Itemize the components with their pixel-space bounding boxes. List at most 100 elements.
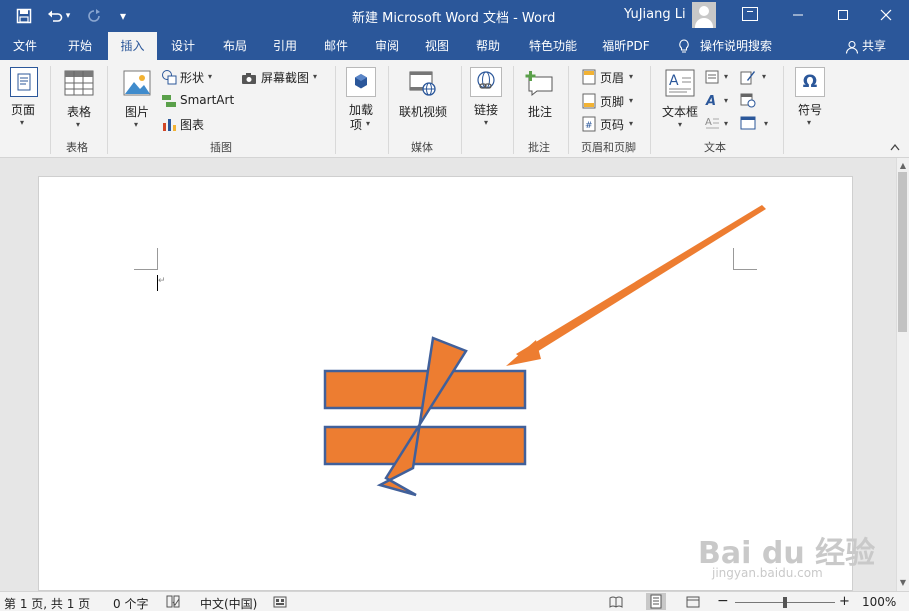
table-button[interactable]: 表格 — [67, 103, 91, 120]
chevron-down-icon: ▾ — [678, 120, 683, 129]
tab-review[interactable]: 审阅 — [364, 32, 410, 60]
chevron-down-icon: ▾ — [208, 72, 213, 81]
chevron-down-icon: ▾ — [366, 119, 371, 128]
page-number-icon: # — [582, 116, 596, 132]
smartart-button[interactable]: SmartArt — [180, 93, 234, 107]
web-layout-icon[interactable] — [686, 596, 700, 608]
tell-me-search[interactable]: 操作说明搜索 — [700, 32, 780, 60]
group-label-header-footer: 页眉和页脚 — [581, 141, 636, 154]
header-button[interactable]: 页眉 — [600, 69, 624, 86]
customize-toolbar-icon[interactable]: ▾ — [112, 6, 134, 26]
redo-icon[interactable] — [83, 6, 105, 26]
chevron-down-icon: ▾ — [134, 120, 139, 129]
word-count[interactable]: 0 个字 — [113, 595, 148, 611]
share-button[interactable]: 共享 — [862, 32, 892, 60]
zoom-in-button[interactable]: + — [839, 594, 850, 609]
page-button[interactable]: 页面 — [11, 101, 35, 118]
scrollbar-thumb[interactable] — [898, 172, 907, 332]
scroll-up-icon[interactable]: ▲ — [898, 161, 908, 171]
footer-button[interactable]: 页脚 — [600, 93, 624, 110]
title-bar: ▾ ▾ 新建 Microsoft Word 文档 - Word YuJiang … — [0, 0, 909, 32]
chart-button[interactable]: 图表 — [180, 116, 204, 133]
collapse-ribbon-icon[interactable] — [890, 143, 900, 151]
tab-special-features[interactable]: 特色功能 — [522, 32, 584, 60]
save-icon[interactable] — [13, 6, 35, 26]
tab-mailings[interactable]: 邮件 — [313, 32, 359, 60]
svg-text:A: A — [669, 73, 679, 89]
textbox-button[interactable]: 文本框 — [662, 103, 698, 120]
smartart-icon — [161, 93, 177, 109]
close-icon[interactable] — [868, 0, 904, 30]
picture-icon[interactable] — [123, 70, 151, 96]
margin-mark-top-right — [733, 248, 757, 270]
chevron-down-icon: ▾ — [807, 118, 812, 127]
chevron-down-icon: ▾ — [762, 72, 767, 81]
addins-icon[interactable] — [346, 67, 376, 97]
tab-home[interactable]: 开始 — [54, 32, 106, 60]
omega-icon[interactable]: Ω — [795, 67, 825, 97]
paragraph-mark: ↵ — [158, 276, 166, 286]
page-icon[interactable] — [10, 67, 38, 97]
comment-icon[interactable] — [525, 69, 555, 97]
tab-references[interactable]: 引用 — [262, 32, 308, 60]
group-label-comments: 批注 — [528, 141, 550, 154]
link-icon[interactable] — [470, 67, 502, 97]
online-video-icon[interactable] — [409, 69, 437, 97]
chevron-down-icon: ▾ — [724, 119, 729, 128]
addins-button-line2: 项 — [350, 118, 363, 132]
tab-layout[interactable]: 布局 — [212, 32, 258, 60]
group-label-media: 媒体 — [411, 141, 433, 154]
table-icon[interactable] — [64, 70, 94, 96]
person-icon — [845, 40, 859, 54]
chevron-down-icon: ▾ — [764, 119, 769, 128]
tab-file[interactable]: 文件 — [0, 32, 50, 60]
print-layout-button[interactable] — [646, 593, 666, 610]
svg-text:A: A — [705, 117, 712, 128]
textbox-icon[interactable]: A — [665, 69, 695, 97]
symbol-button[interactable]: 符号 — [798, 101, 822, 118]
proofing-icon[interactable] — [166, 595, 180, 608]
zoom-out-button[interactable]: − — [717, 593, 729, 609]
signature-line-icon[interactable] — [740, 69, 756, 85]
tab-design[interactable]: 设计 — [160, 32, 206, 60]
tab-help[interactable]: 帮助 — [465, 32, 511, 60]
wordart-icon[interactable]: A — [705, 93, 719, 109]
shapes-icon — [161, 69, 177, 85]
tab-insert[interactable]: 插入 — [108, 32, 157, 60]
screenshot-button[interactable]: 屏幕截图 — [261, 69, 309, 86]
tab-foxit-pdf[interactable]: 福昕PDF — [597, 32, 655, 60]
macro-record-icon[interactable] — [273, 596, 287, 608]
page-count[interactable]: 第 1 页, 共 1 页 — [4, 595, 90, 611]
read-mode-icon[interactable] — [609, 596, 623, 608]
footer-icon — [582, 93, 596, 109]
chevron-down-icon: ▾ — [76, 120, 81, 129]
comment-button[interactable]: 批注 — [528, 103, 552, 120]
zoom-level[interactable]: 100% — [862, 595, 896, 609]
chevron-down-icon: ▾ — [724, 72, 729, 81]
link-button[interactable]: 链接 — [474, 101, 498, 118]
user-name[interactable]: YuJiang Li — [624, 7, 686, 22]
chevron-down-icon: ▾ — [724, 96, 729, 105]
chevron-down-icon: ▾ — [313, 72, 318, 81]
minimize-icon[interactable] — [780, 0, 816, 30]
lightbulb-icon — [679, 39, 689, 53]
page-number-button[interactable]: 页码 — [600, 116, 624, 133]
online-video-button[interactable]: 联机视频 — [399, 103, 447, 120]
watermark-url: jingyan.baidu.com — [712, 566, 823, 580]
undo-dropdown-icon[interactable]: ▾ — [62, 6, 74, 26]
scroll-down-icon[interactable]: ▼ — [898, 578, 908, 588]
picture-button[interactable]: 图片 — [125, 103, 149, 120]
language[interactable]: 中文(中国) — [200, 595, 257, 611]
chart-icon — [161, 116, 177, 132]
quick-parts-icon[interactable] — [705, 70, 719, 84]
tab-view[interactable]: 视图 — [414, 32, 460, 60]
chevron-down-icon: ▾ — [629, 119, 634, 128]
shapes-button[interactable]: 形状 — [180, 69, 204, 86]
zoom-slider-thumb[interactable] — [783, 597, 787, 608]
avatar[interactable] — [692, 2, 716, 28]
ribbon-display-options-icon[interactable] — [742, 7, 758, 21]
drop-cap-icon[interactable]: A — [705, 115, 719, 131]
object-icon[interactable] — [740, 116, 756, 130]
maximize-icon[interactable] — [825, 0, 861, 30]
date-time-icon[interactable] — [740, 92, 756, 108]
